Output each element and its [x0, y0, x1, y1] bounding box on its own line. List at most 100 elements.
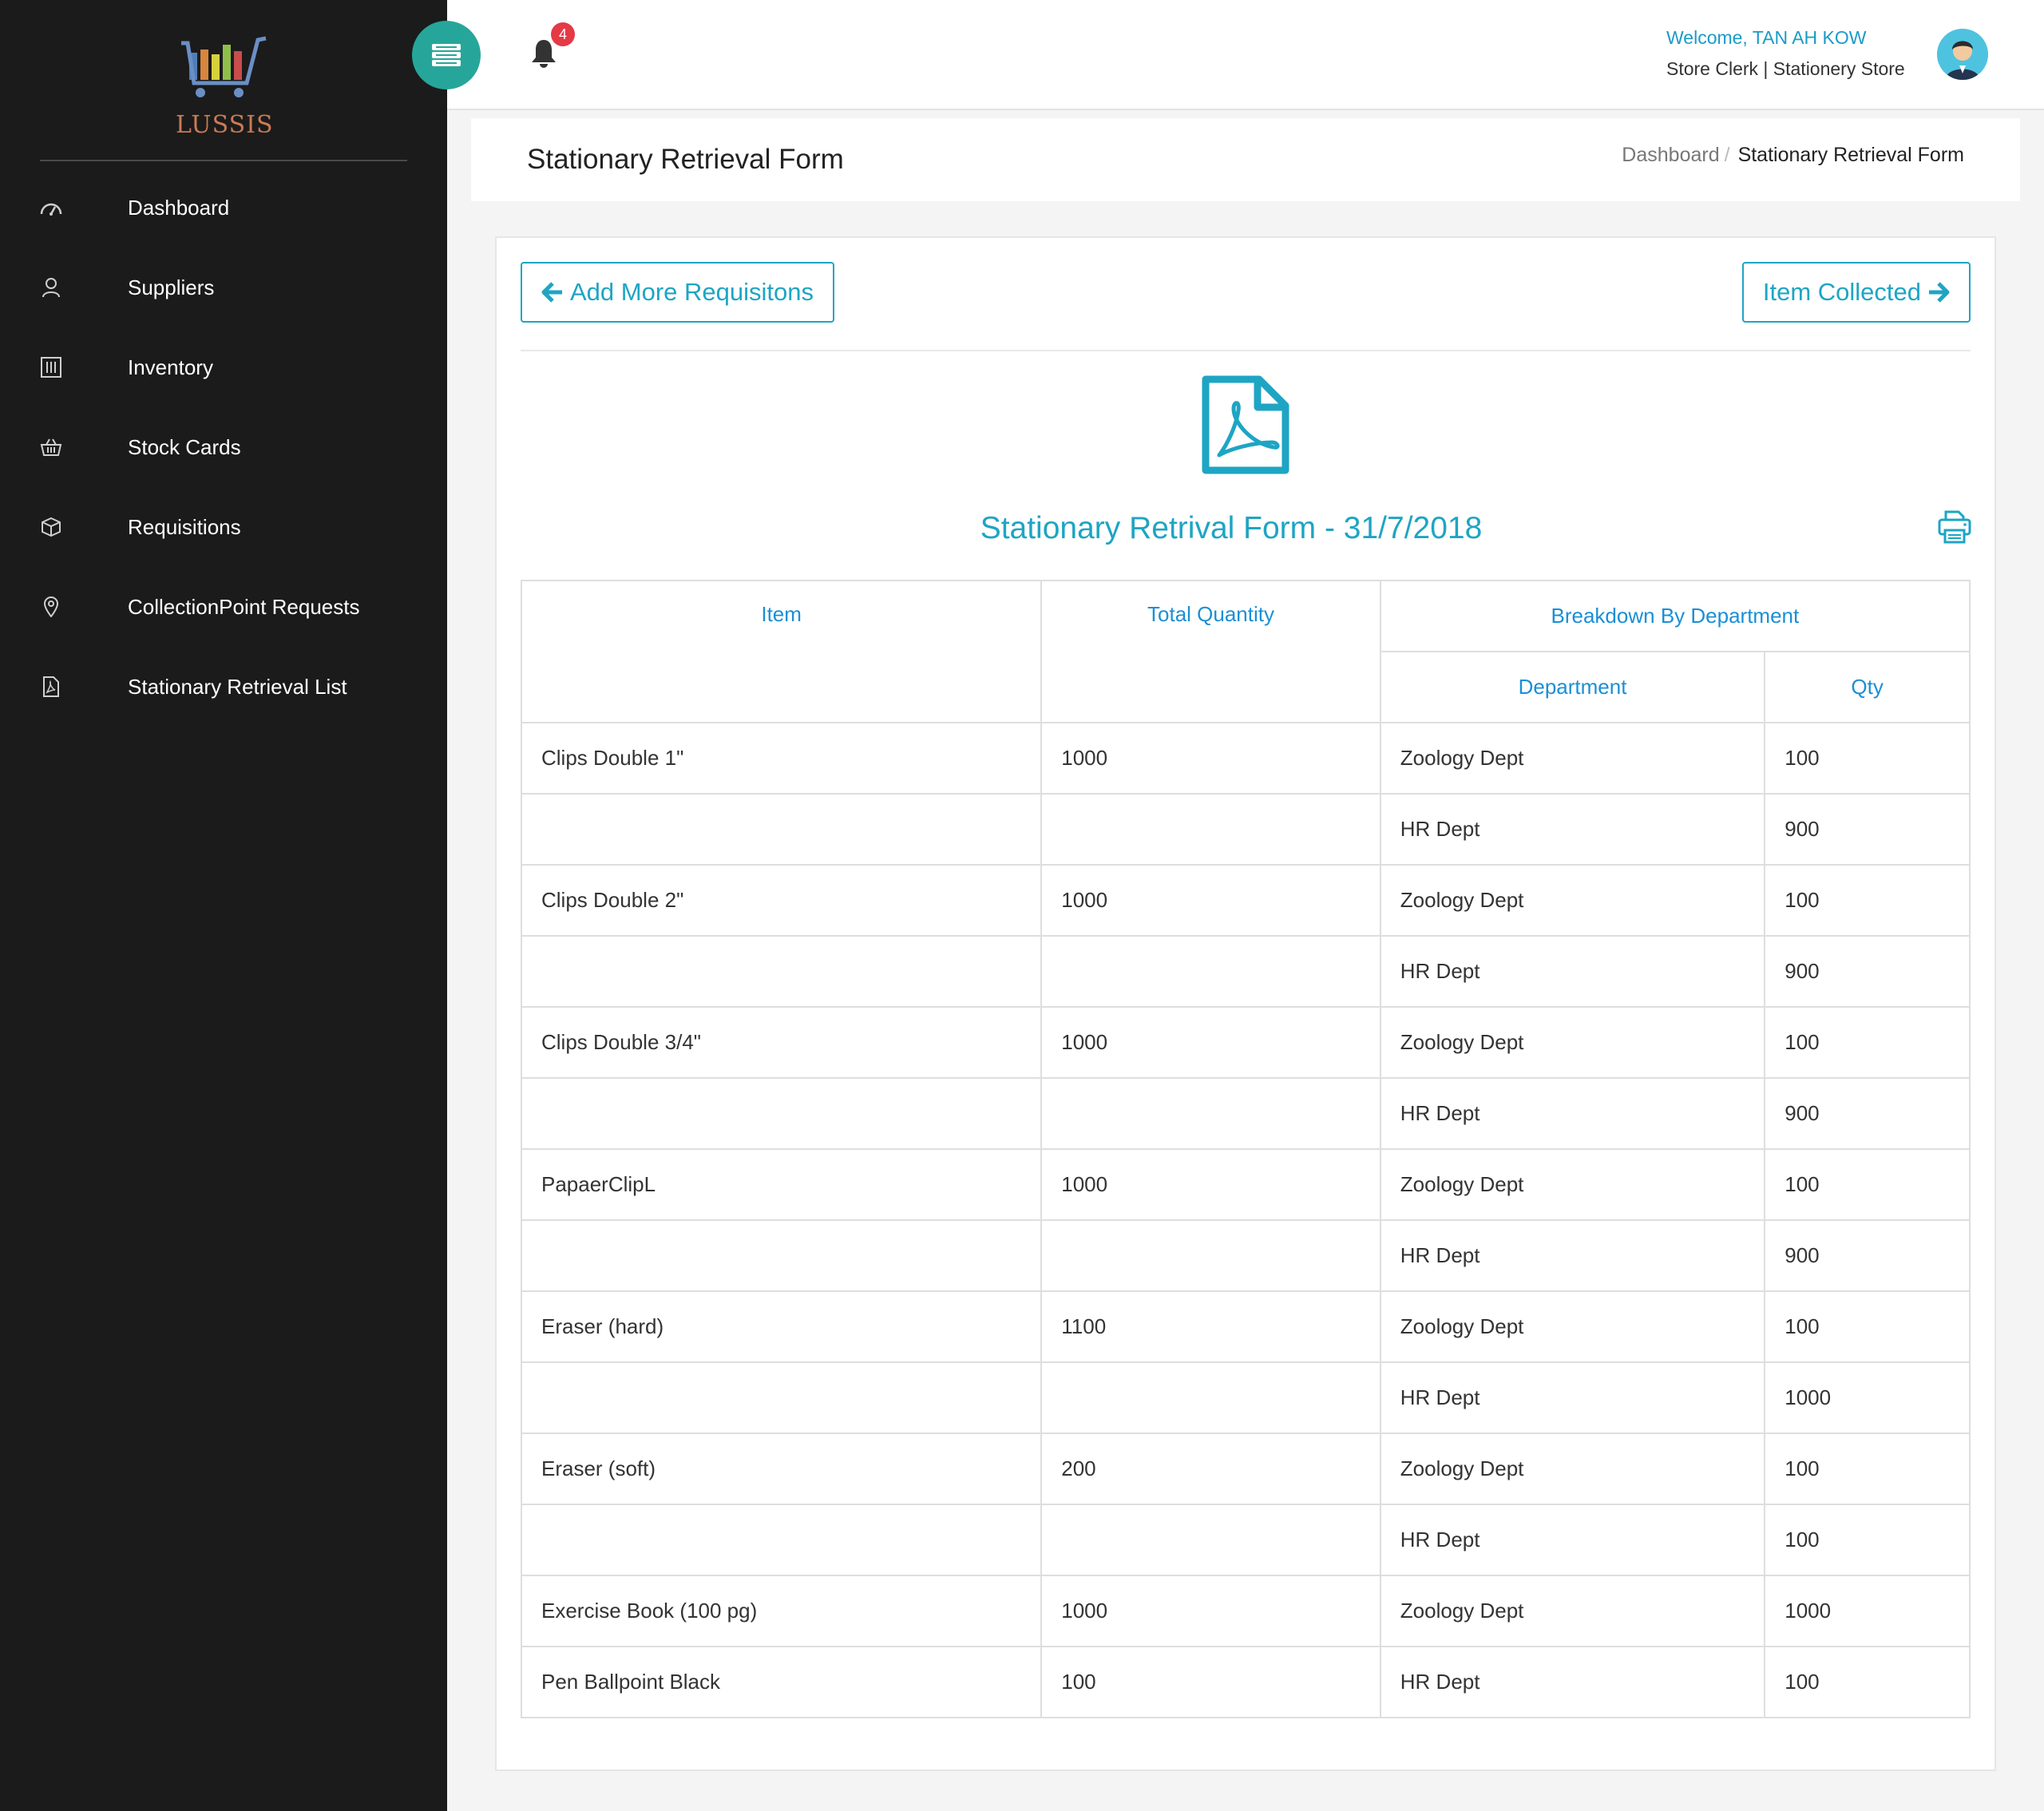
page-title: Stationary Retrieval Form	[527, 144, 844, 175]
table-row: Pen Ballpoint Black 100 HR Dept 100	[520, 1646, 1971, 1718]
qty-cell: 900	[1764, 1077, 1971, 1150]
card-divider	[521, 350, 1971, 351]
avatar[interactable]	[1937, 29, 1988, 80]
qty-cell: 100	[1764, 1148, 1971, 1221]
logo-text: LUSSIS	[176, 111, 274, 139]
table-row: Exercise Book (100 pg) 1000 Zoology Dept…	[520, 1575, 1971, 1647]
sidebar-item-label: Stock Cards	[128, 434, 241, 459]
item-cell: Eraser (hard)	[520, 1290, 1043, 1363]
column-header-department: Department	[1379, 651, 1766, 723]
total-quantity-cell	[1040, 793, 1381, 866]
breadcrumb-dashboard-link[interactable]: Dashboard	[1622, 144, 1719, 166]
total-quantity-cell: 1100	[1040, 1290, 1381, 1363]
total-quantity-cell	[1040, 1361, 1381, 1434]
total-quantity-cell: 1000	[1040, 1148, 1381, 1221]
form-title: Stationary Retrival Form - 31/7/2018	[980, 511, 1483, 545]
item-cell	[520, 1219, 1043, 1292]
department-cell: HR Dept	[1379, 935, 1766, 1008]
arrow-right-icon	[1929, 282, 1950, 303]
user-role: Store Clerk | Stationery Store	[1666, 58, 1905, 79]
notification-badge: 4	[551, 22, 575, 46]
print-icon[interactable]	[1937, 509, 1972, 545]
sidebar-item-suppliers[interactable]: Suppliers	[0, 248, 447, 327]
sidebar: LUSSIS Dashboard Suppliers Inventory Sto…	[0, 0, 447, 1811]
item-cell	[520, 1077, 1043, 1150]
breadcrumb-current: Stationary Retrieval Form	[1737, 144, 1964, 166]
qty-cell: 100	[1764, 722, 1971, 795]
department-cell: HR Dept	[1379, 1361, 1766, 1434]
item-cell: PapaerClipL	[520, 1148, 1043, 1221]
column-header-item: Item	[520, 580, 1043, 723]
table-row: Clips Double 1" 1000 Zoology Dept 100	[520, 722, 1971, 795]
app-logo[interactable]: LUSSIS	[176, 35, 274, 139]
department-cell: Zoology Dept	[1379, 1575, 1766, 1647]
qty-cell: 100	[1764, 864, 1971, 937]
total-quantity-cell	[1040, 935, 1381, 1008]
item-cell	[520, 1504, 1043, 1576]
sidebar-item-dashboard[interactable]: Dashboard	[0, 168, 447, 248]
table-row: HR Dept 900	[520, 1219, 1971, 1292]
department-cell: HR Dept	[1379, 1219, 1766, 1292]
item-cell	[520, 935, 1043, 1008]
table-row: HR Dept 900	[520, 935, 1971, 1008]
retrieval-table: Item Total Quantity Breakdown By Departm…	[520, 580, 1971, 1718]
table-row: HR Dept 1000	[520, 1361, 1971, 1434]
qty-cell: 100	[1764, 1290, 1971, 1363]
total-quantity-cell: 1000	[1040, 1006, 1381, 1079]
table-row: HR Dept 100	[520, 1504, 1971, 1576]
sidebar-item-inventory[interactable]: Inventory	[0, 327, 447, 407]
add-more-requisitions-button[interactable]: Add More Requisitons	[521, 262, 834, 323]
qty-cell: 900	[1764, 793, 1971, 866]
item-cell: Clips Double 3/4"	[520, 1006, 1043, 1079]
sidebar-item-stock-cards[interactable]: Stock Cards	[0, 407, 447, 487]
sidebar-item-stationary-retrieval-list[interactable]: Stationary Retrieval List	[0, 647, 447, 727]
item-cell: Clips Double 2"	[520, 864, 1043, 937]
total-quantity-cell	[1040, 1219, 1381, 1292]
welcome-text: Welcome, TAN AH KOW	[1666, 27, 1867, 48]
qty-cell: 1000	[1764, 1361, 1971, 1434]
item-cell	[520, 793, 1043, 866]
item-collected-label: Item Collected	[1762, 278, 1921, 306]
basket-icon	[40, 436, 62, 458]
sidebar-divider	[40, 160, 407, 161]
qty-cell: 100	[1764, 1504, 1971, 1576]
equalizer-icon	[40, 356, 62, 378]
department-cell: Zoology Dept	[1379, 1433, 1766, 1505]
department-cell: Zoology Dept	[1379, 1006, 1766, 1079]
qty-cell: 900	[1764, 935, 1971, 1008]
table-row: Eraser (hard) 1100 Zoology Dept 100	[520, 1290, 1971, 1363]
qty-cell: 100	[1764, 1433, 1971, 1505]
menu-toggle-button[interactable]	[412, 21, 481, 89]
breadcrumb-separator: /	[1724, 144, 1730, 166]
total-quantity-cell: 1000	[1040, 722, 1381, 795]
user-avatar-icon	[1937, 29, 1988, 80]
sidebar-item-requisitions[interactable]: Requisitions	[0, 487, 447, 567]
department-cell: HR Dept	[1379, 1504, 1766, 1576]
qty-cell: 900	[1764, 1219, 1971, 1292]
item-cell: Clips Double 1"	[520, 722, 1043, 795]
department-cell: Zoology Dept	[1379, 1148, 1766, 1221]
item-collected-button[interactable]: Item Collected	[1741, 262, 1971, 323]
table-row: HR Dept 900	[520, 793, 1971, 866]
bell-icon	[532, 40, 556, 68]
column-header-breakdown: Breakdown By Department	[1379, 580, 1971, 652]
total-quantity-cell	[1040, 1504, 1381, 1576]
item-cell	[520, 1361, 1043, 1434]
total-quantity-cell: 100	[1040, 1646, 1381, 1718]
item-cell: Eraser (soft)	[520, 1433, 1043, 1505]
item-cell: Pen Ballpoint Black	[520, 1646, 1043, 1718]
sidebar-item-label: Suppliers	[128, 275, 215, 299]
pdf-export-icon[interactable]	[1202, 375, 1289, 474]
sidebar-item-collectionpoint-requests[interactable]: CollectionPoint Requests	[0, 567, 447, 647]
department-cell: Zoology Dept	[1379, 864, 1766, 937]
department-cell: Zoology Dept	[1379, 1290, 1766, 1363]
sidebar-item-label: CollectionPoint Requests	[128, 594, 360, 619]
location-pin-icon	[40, 596, 62, 618]
table-row: PapaerClipL 1000 Zoology Dept 100	[520, 1148, 1971, 1221]
column-header-total-quantity: Total Quantity	[1040, 580, 1381, 723]
table-row: Clips Double 3/4" 1000 Zoology Dept 100	[520, 1006, 1971, 1079]
add-more-requisitions-label: Add More Requisitons	[570, 278, 814, 306]
total-quantity-cell: 200	[1040, 1433, 1381, 1505]
sidebar-item-label: Dashboard	[128, 195, 230, 220]
qty-cell: 1000	[1764, 1575, 1971, 1647]
